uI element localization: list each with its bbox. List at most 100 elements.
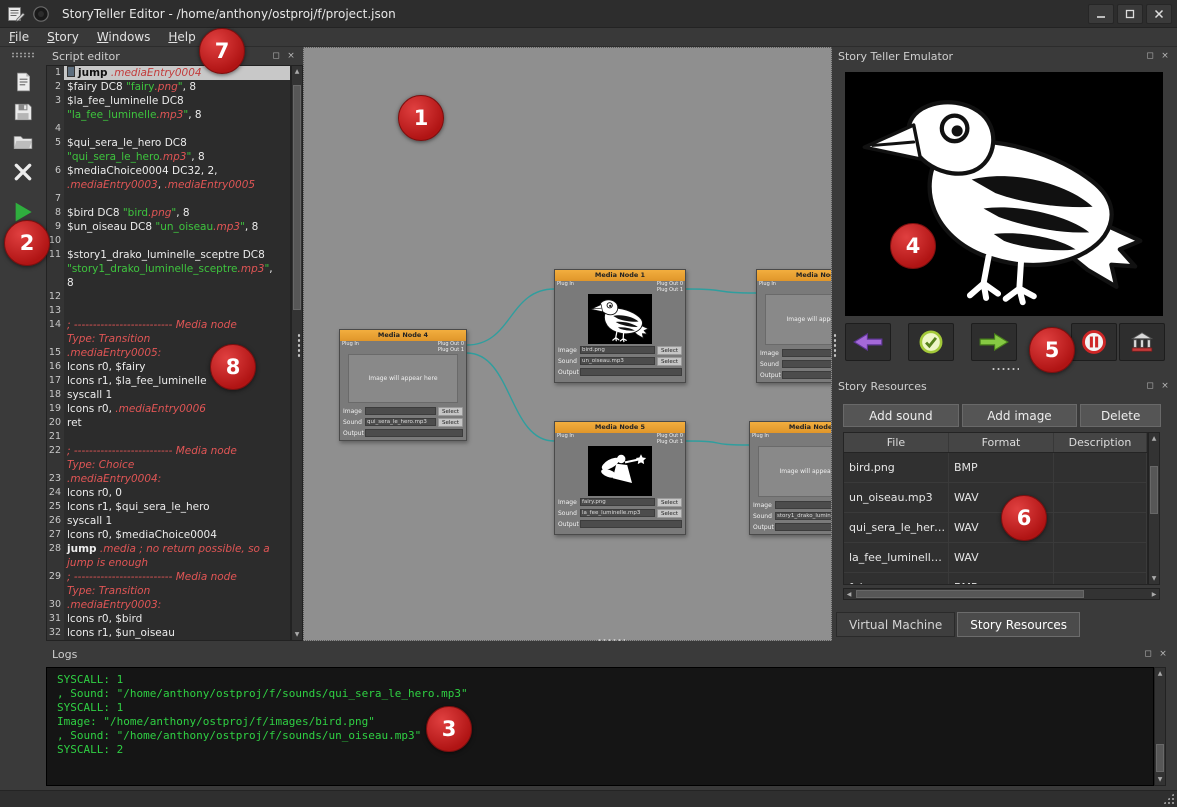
node-canvas[interactable]: Media Node 4Plug InPlug Out 0Plug Out 1I…: [303, 47, 832, 641]
editor-row[interactable]: 30.mediaEntry0003:: [47, 598, 290, 612]
editor-row[interactable]: Type: Transition: [47, 584, 290, 598]
editor-row[interactable]: 29; -------------------------- Media nod…: [47, 570, 290, 584]
editor-row[interactable]: 21: [47, 430, 290, 444]
resource-table-hscrollbar[interactable]: ◀ ▶: [843, 588, 1160, 600]
editor-row[interactable]: 5$qui_sera_le_hero DC8: [47, 136, 290, 150]
scrollbar-track[interactable]: [854, 589, 1149, 599]
editor-row[interactable]: 8$bird DC8 "bird.png", 8: [47, 206, 290, 220]
editor-row[interactable]: 3$la_fee_luminelle DC8: [47, 94, 290, 108]
editor-row[interactable]: 28jump .media ; no return possible, so a: [47, 542, 290, 556]
editor-row[interactable]: 9$un_oiseau DC8 "un_oiseau.mp3", 8: [47, 220, 290, 234]
menu-story[interactable]: Story: [38, 28, 88, 47]
scrollbar-thumb[interactable]: [856, 590, 1084, 598]
add-image-button[interactable]: Add image: [962, 404, 1078, 427]
select-button[interactable]: Select: [438, 407, 463, 416]
column-header-file[interactable]: File: [844, 433, 949, 452]
resource-table[interactable]: FileFormatDescription bird.pngBMPun_oise…: [843, 432, 1148, 585]
panel-close-icon[interactable]: ×: [1159, 380, 1171, 392]
save-button[interactable]: [7, 98, 39, 126]
editor-row[interactable]: 2$fairy DC8 "fairy.png", 8: [47, 80, 290, 94]
media-node[interactable]: Media Node 2Plug InPlug Out 0Plug Out 1I…: [756, 269, 832, 383]
menu-file[interactable]: File: [0, 28, 38, 47]
editor-row[interactable]: 19lcons r0, .mediaEntry0006: [47, 402, 290, 416]
editor-row[interactable]: 13: [47, 304, 290, 318]
maximize-button[interactable]: [1117, 4, 1143, 24]
splitter-emulator-resources[interactable]: [991, 367, 1019, 371]
splitter-script-canvas[interactable]: [297, 333, 301, 357]
editor-row[interactable]: 23.mediaEntry0004:: [47, 472, 290, 486]
panel-float-icon[interactable]: ◻: [270, 50, 282, 62]
scrollbar-thumb[interactable]: [1156, 744, 1164, 772]
scrollbar-track[interactable]: [1149, 444, 1159, 573]
editor-row[interactable]: 18syscall 1: [47, 388, 290, 402]
editor-row[interactable]: 20ret: [47, 416, 290, 430]
editor-row[interactable]: jump is enough: [47, 556, 290, 570]
logs-scrollbar[interactable]: ▲ ▼: [1154, 667, 1166, 786]
scroll-left-icon[interactable]: ◀: [844, 589, 854, 600]
scroll-up-icon[interactable]: ▲: [1149, 433, 1159, 444]
editor-row[interactable]: 12: [47, 290, 290, 304]
menu-windows[interactable]: Windows: [88, 28, 160, 47]
pause-button[interactable]: [1071, 323, 1117, 361]
add-sound-button[interactable]: Add sound: [843, 404, 959, 427]
editor-row[interactable]: 32lcons r1, $un_oiseau: [47, 626, 290, 640]
panel-close-icon[interactable]: ×: [1157, 648, 1169, 660]
editor-row[interactable]: "la_fee_luminelle.mp3", 8: [47, 108, 290, 122]
log-output[interactable]: SYSCALL: 1, Sound: "/home/anthony/ostpro…: [46, 667, 1154, 786]
resize-grip[interactable]: [1163, 793, 1174, 804]
open-button[interactable]: [7, 128, 39, 156]
editor-row[interactable]: 27lcons r0, $mediaChoice0004: [47, 528, 290, 542]
close-button[interactable]: [1146, 4, 1172, 24]
scrollbar-track[interactable]: [1155, 679, 1165, 774]
media-node[interactable]: Media Node 5Plug InPlug Out 0Plug Out 1I…: [554, 421, 686, 535]
select-button[interactable]: Select: [657, 357, 682, 366]
editor-row[interactable]: 1jump .mediaEntry0004: [47, 66, 290, 80]
tab-virtual-machine[interactable]: Virtual Machine: [836, 612, 955, 637]
scrollbar-thumb[interactable]: [1150, 466, 1158, 514]
panel-float-icon[interactable]: ◻: [1142, 648, 1154, 660]
editor-row[interactable]: 26syscall 1: [47, 514, 290, 528]
scroll-up-icon[interactable]: ▲: [1155, 668, 1165, 679]
tab-story-resources[interactable]: Story Resources: [957, 612, 1080, 637]
toolbar-grip[interactable]: [11, 52, 35, 58]
previous-button[interactable]: [845, 323, 891, 361]
code-editor[interactable]: 1jump .mediaEntry00042$fairy DC8 "fairy.…: [46, 65, 291, 641]
editor-row[interactable]: 6$mediaChoice0004 DC32, 2,: [47, 164, 290, 178]
select-button[interactable]: Select: [438, 418, 463, 427]
next-button[interactable]: [971, 323, 1017, 361]
media-node[interactable]: Media Node 4Plug InPlug Out 0Plug Out 1I…: [339, 329, 467, 441]
editor-row[interactable]: Type: Transition: [47, 332, 290, 346]
table-row[interactable]: la_fee_luminelle.mp3WAV: [844, 543, 1147, 573]
scroll-down-icon[interactable]: ▼: [1155, 774, 1165, 785]
editor-row[interactable]: "story1_drako_luminelle_sceptre.mp3",: [47, 262, 290, 276]
editor-row[interactable]: 4: [47, 122, 290, 136]
editor-row[interactable]: 7: [47, 192, 290, 206]
media-node[interactable]: Media Node 3Plug InPlug Out 0Plug Out 1I…: [749, 421, 832, 535]
table-row[interactable]: un_oiseau.mp3WAV: [844, 483, 1147, 513]
scroll-up-icon[interactable]: ▲: [292, 66, 302, 77]
scroll-down-icon[interactable]: ▼: [1149, 573, 1159, 584]
editor-row[interactable]: 14; -------------------------- Media nod…: [47, 318, 290, 332]
resource-table-vscrollbar[interactable]: ▲ ▼: [1148, 432, 1160, 585]
home-button[interactable]: [1119, 323, 1165, 361]
menu-help[interactable]: Help: [159, 28, 204, 47]
select-button[interactable]: Select: [657, 346, 682, 355]
media-node[interactable]: Media Node 1Plug InPlug Out 0Plug Out 1I…: [554, 269, 686, 383]
editor-row[interactable]: .mediaEntry0003, .mediaEntry0005: [47, 178, 290, 192]
delete-button[interactable]: Delete: [1080, 404, 1161, 427]
scroll-down-icon[interactable]: ▼: [292, 629, 302, 640]
close-project-button[interactable]: [7, 158, 39, 186]
select-button[interactable]: Select: [657, 498, 682, 507]
table-row[interactable]: qui_sera_le_hero.mp3WAV: [844, 513, 1147, 543]
editor-row[interactable]: Type: Choice: [47, 458, 290, 472]
panel-float-icon[interactable]: ◻: [1144, 50, 1156, 62]
scrollbar-thumb[interactable]: [293, 85, 301, 310]
editor-row[interactable]: 11$story1_drako_luminelle_sceptre DC8: [47, 248, 290, 262]
scroll-right-icon[interactable]: ▶: [1149, 589, 1159, 600]
editor-row[interactable]: 31lcons r0, $bird: [47, 612, 290, 626]
new-script-button[interactable]: [7, 68, 39, 96]
panel-float-icon[interactable]: ◻: [1144, 380, 1156, 392]
minimize-button[interactable]: [1088, 4, 1114, 24]
select-button[interactable]: Select: [657, 509, 682, 518]
table-row[interactable]: bird.pngBMP: [844, 453, 1147, 483]
